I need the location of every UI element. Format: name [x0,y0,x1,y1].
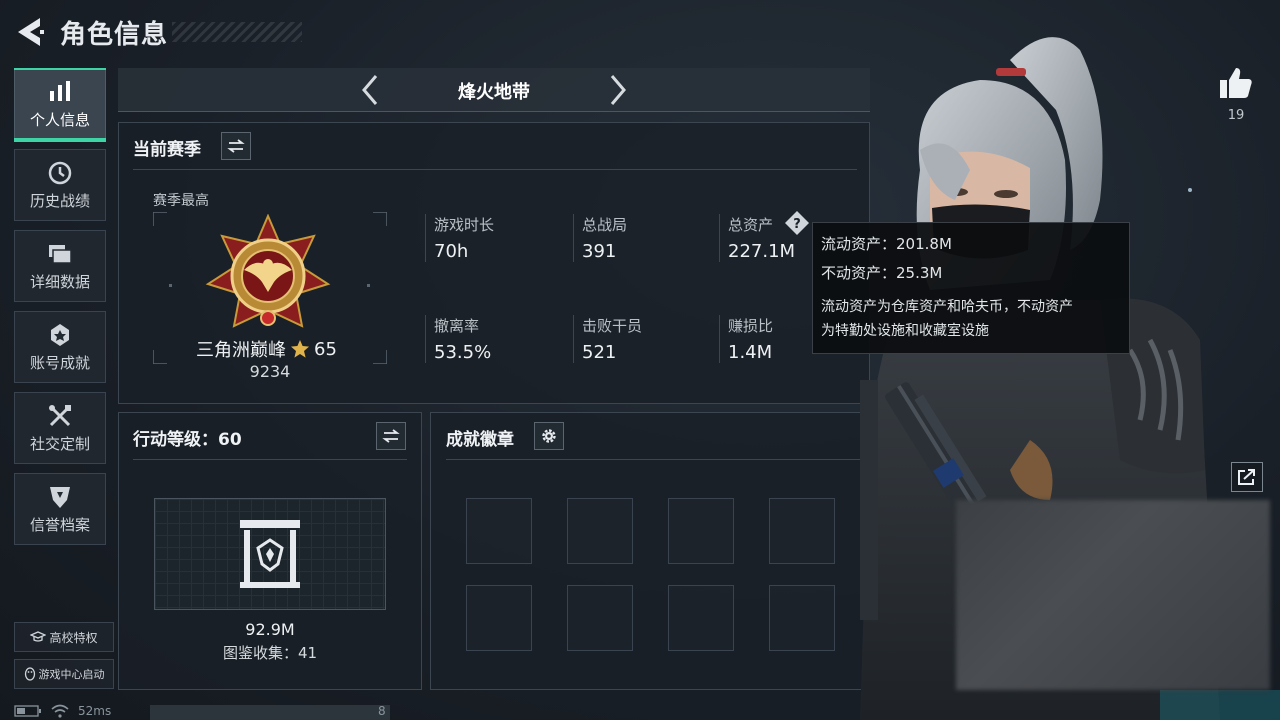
penguin-icon [24,667,35,681]
svg-text:?: ? [793,217,801,232]
stat-label: 总战局 [582,216,628,234]
collection-vault-icon [240,520,300,588]
badge-slot[interactable] [466,498,532,564]
gear-icon [542,429,556,443]
star-icon [291,340,309,358]
badge-slot[interactable] [567,498,633,564]
sidebar-item-reputation[interactable]: 信誉档案 [14,473,106,545]
campus-privilege-button[interactable]: 高校特权 [14,622,114,652]
rank-score: 9234 [249,362,291,381]
badge-slot[interactable] [466,585,532,651]
medal-icon [51,323,69,346]
sidebar-item-personal-info[interactable]: 个人信息 [14,68,106,142]
tooltip-fixed-assets: 不动资产：25.3M [821,264,943,282]
sidebar-item-label: 账号成就 [29,353,90,372]
divider [573,214,574,262]
page-title: 角色信息 [60,20,169,50]
thumbs-up-icon[interactable] [1216,64,1256,104]
sidebar-item-label: 历史战绩 [29,191,90,210]
status-bar: 52ms [14,702,111,720]
tools-icon [49,404,71,426]
badge-slot[interactable] [668,585,734,651]
rank-name: 三角洲巅峰 [196,340,286,361]
title-decoration [172,22,302,42]
sidebar-item-label: 信誉档案 [29,515,90,534]
clock-icon [48,161,72,184]
achievements-settings-button[interactable] [534,422,564,450]
status-track [150,705,390,720]
like-count: 19 [1227,108,1245,123]
help-icon[interactable]: ? [784,210,810,236]
sidebar-item-achievements[interactable]: 账号成就 [14,311,106,383]
game-center-launch-label: 游戏中心启动 [38,668,105,681]
stat-value: 521 [582,342,617,363]
chevron-right-icon[interactable] [602,72,632,108]
swap-icon [382,429,400,443]
stat-label: 游戏时长 [434,216,495,234]
sidebar-item-social[interactable]: 社交定制 [14,392,106,464]
campus-privilege-label: 高校特权 [49,630,98,645]
share-icon [1238,469,1255,485]
sidebar-item-label: 社交定制 [29,434,90,453]
stat-value: 53.5% [434,342,492,363]
share-button[interactable] [1231,462,1263,492]
divider [133,459,407,460]
graduation-icon [30,631,47,642]
sidebar-item-history[interactable]: 历史战绩 [14,149,106,221]
divider [446,459,870,460]
collection-count: 图鉴收集：41 [222,644,318,662]
tooltip-note-line1: 流动资产为仓库资产和哈夫币，不动资产 [821,299,1073,315]
divider [425,214,426,262]
season-title: 当前赛季 [133,140,201,160]
action-level-title: 行动等级：60 [133,430,242,450]
assets-tooltip: 流动资产：201.8M 不动资产：25.3M 流动资产为仓库资产和哈夫币，不动资… [812,222,1130,354]
stat-label: 撤离率 [434,317,480,335]
badge-slot[interactable] [567,585,633,651]
stat-value: 1.4M [728,342,773,363]
sidebar-item-label: 个人信息 [29,110,90,129]
status-counter: 8 [378,704,386,718]
badge-slot[interactable] [668,498,734,564]
ping-text: 52ms [78,704,112,718]
divider [425,315,426,363]
achievements-title: 成就徽章 [446,430,514,450]
chevron-left-icon[interactable] [356,72,386,108]
tooltip-note-line2: 为特勤处设施和收藏室设施 [821,323,989,339]
badge-slot[interactable] [769,498,835,564]
game-center-launch-button[interactable]: 游戏中心启动 [14,659,114,689]
rank-line: 三角洲巅峰 65 [196,336,337,362]
stat-value: 227.1M [728,241,796,262]
rank-stars: 65 [314,338,337,360]
stat-value: 70h [434,241,469,262]
divider [719,315,720,363]
wifi-icon [51,704,69,718]
stat-value: 391 [582,241,617,262]
blurred-region [956,500,1270,690]
sidebar-item-label: 详细数据 [29,272,90,291]
folder-icon [49,244,72,264]
badge-slot[interactable] [769,585,835,651]
divider [719,214,720,262]
battery-icon [14,705,41,717]
tooltip-liquid-assets: 流动资产：201.8M [821,235,952,253]
stat-label: 赚损比 [728,317,774,335]
season-swap-button[interactable] [221,132,251,160]
action-level-swap-button[interactable] [376,422,406,450]
divider [133,169,857,170]
rank-emblem-icon [205,214,331,328]
bar-chart-icon [50,80,70,101]
back-arrow-icon[interactable] [14,14,46,50]
stat-label: 击败干员 [582,317,643,335]
season-best-label: 赛季最高 [153,193,209,209]
divider [573,315,574,363]
sidebar-item-details[interactable]: 详细数据 [14,230,106,302]
collection-value: 92.9M [245,620,295,639]
stat-label: 总资产 [728,216,774,234]
mode-label: 烽火地带 [458,82,530,103]
shield-icon [50,486,70,508]
swap-icon [227,139,245,153]
